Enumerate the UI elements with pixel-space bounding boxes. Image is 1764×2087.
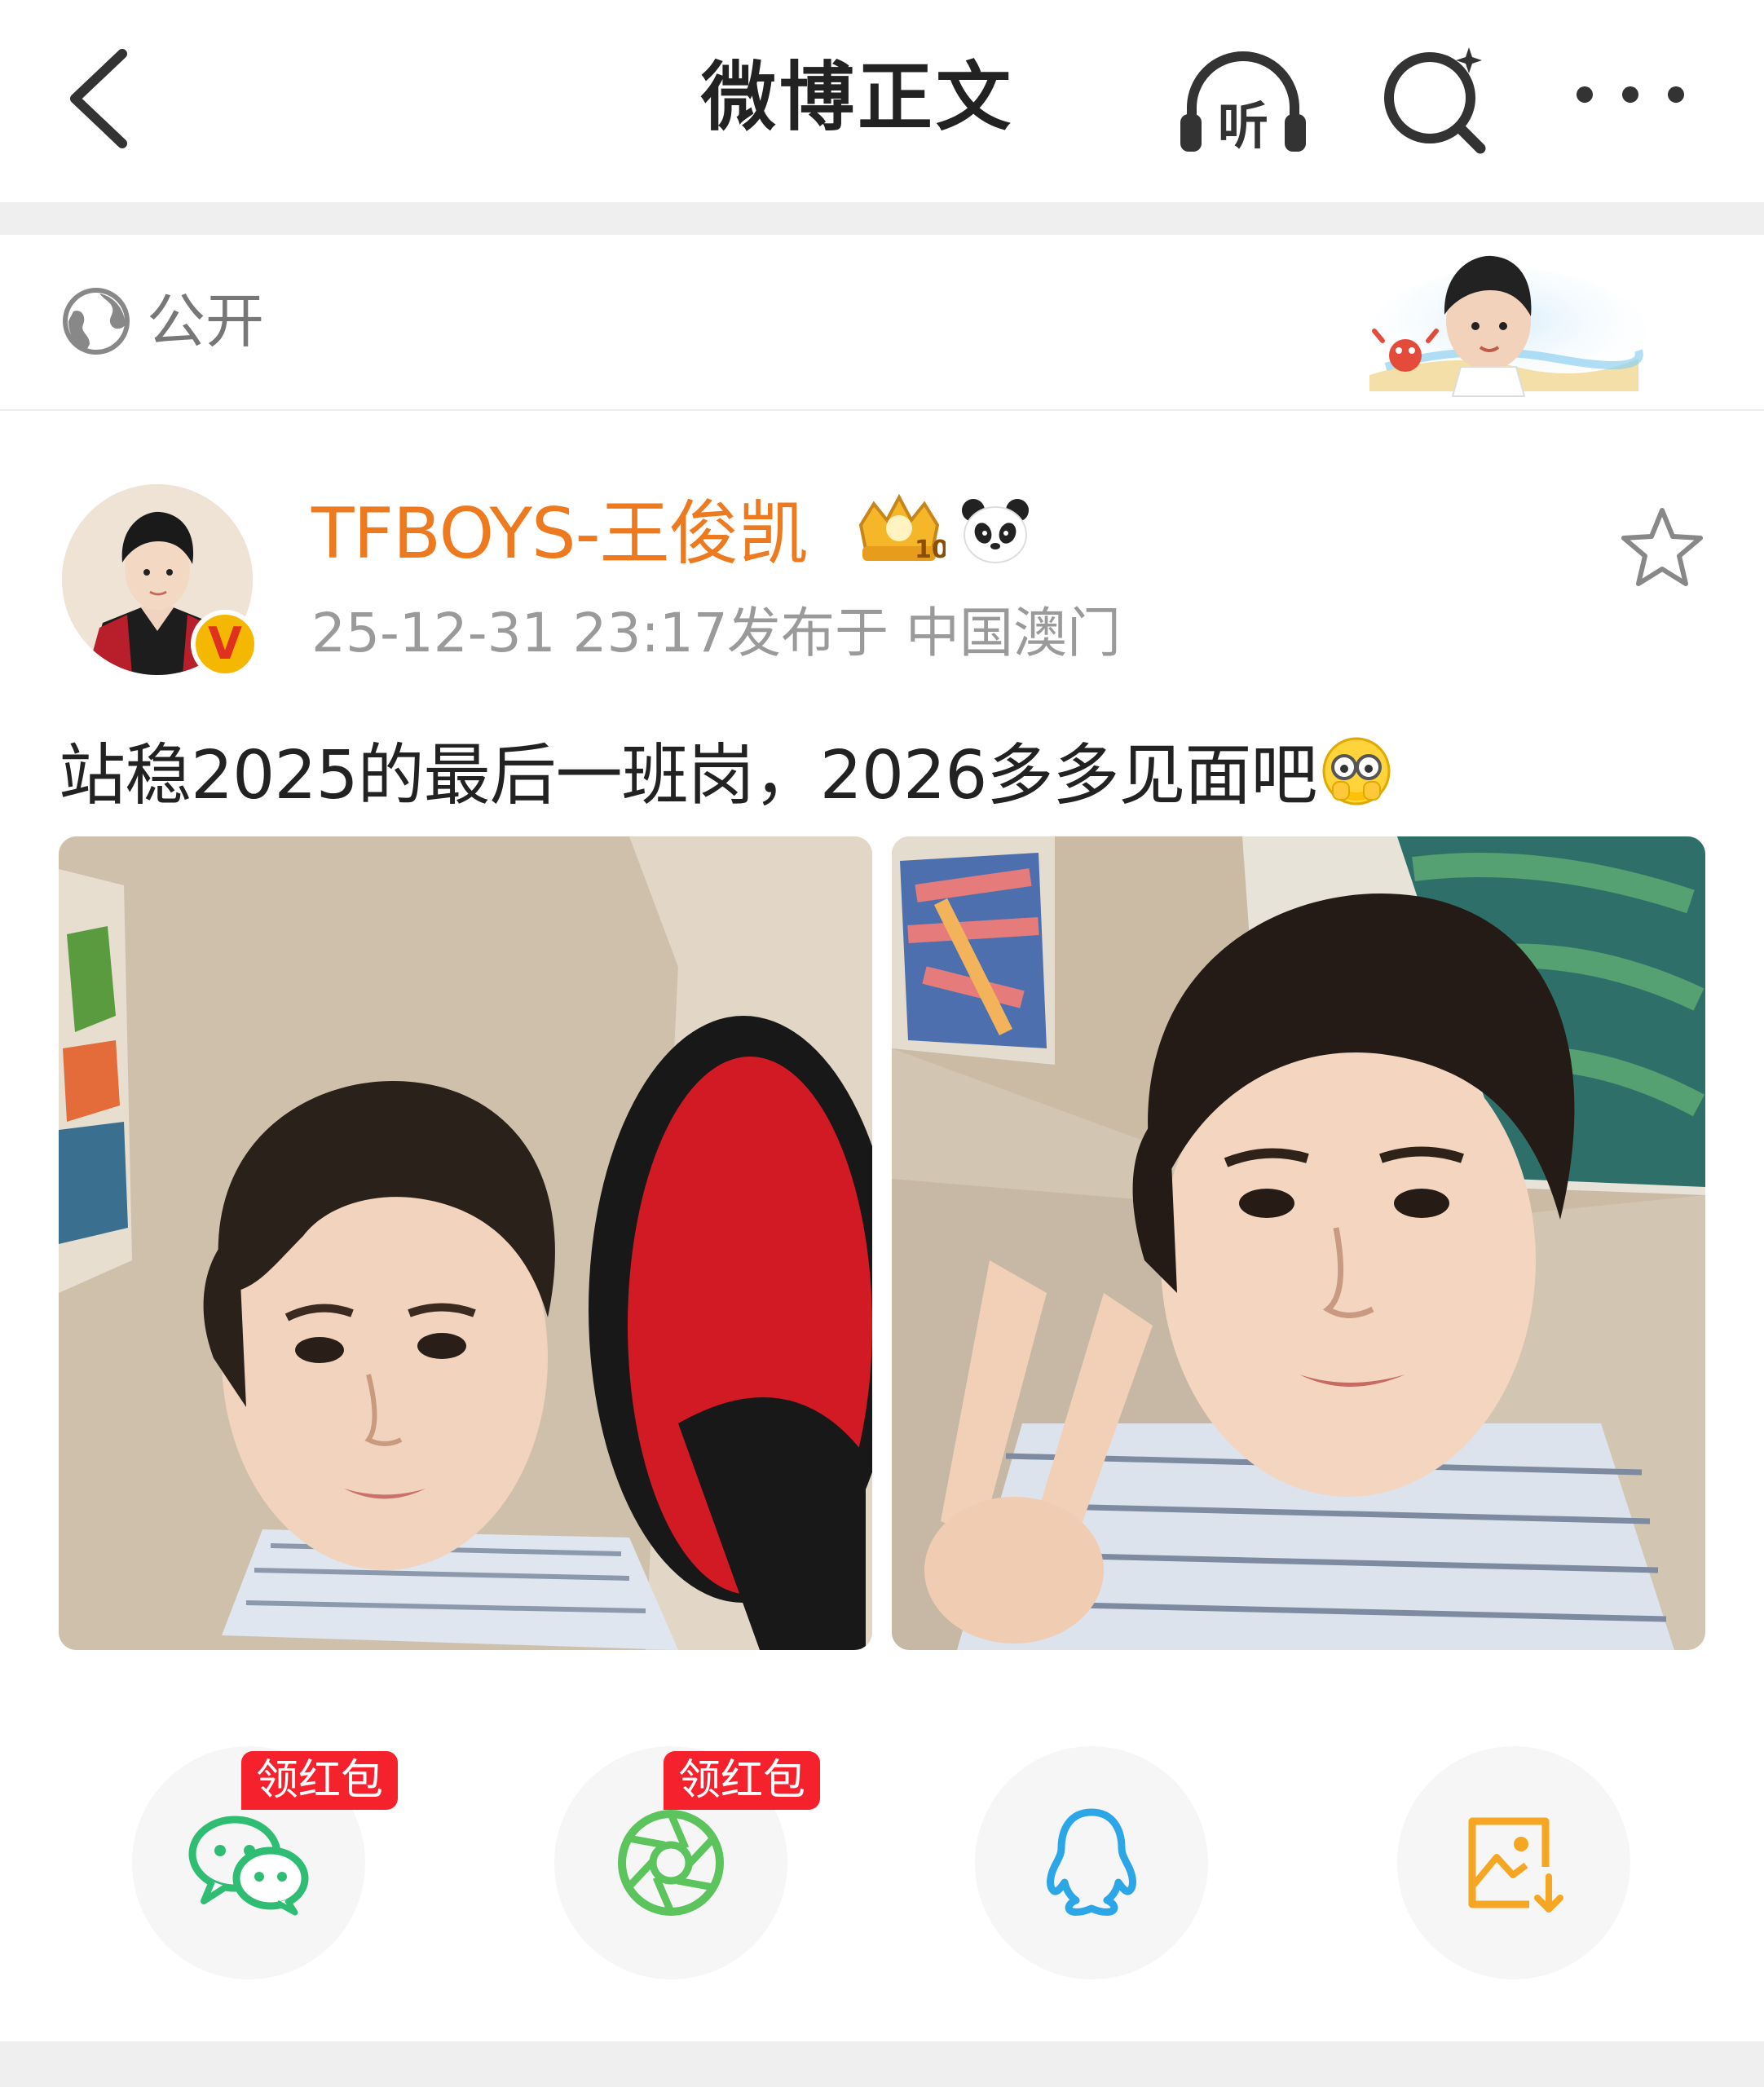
- visibility-label: 公开: [147, 287, 265, 355]
- search-icon: [1384, 47, 1486, 154]
- shy-face-emoji-icon: [1322, 737, 1391, 805]
- more-icon: [1577, 86, 1684, 103]
- listen-label: 听: [1218, 96, 1268, 156]
- save-image-icon: [1468, 1817, 1563, 1913]
- favorite-button[interactable]: [1617, 504, 1707, 593]
- crown-icon: 10: [858, 493, 946, 564]
- search-button[interactable]: [1378, 41, 1500, 155]
- decorative-card-banner: [1369, 255, 1647, 399]
- globe-icon: [63, 288, 130, 355]
- panda-icon: [962, 499, 1029, 563]
- moments-icon: [618, 1810, 724, 1916]
- chevron-left-icon: [70, 49, 127, 148]
- post-location: 发布于 中国澳门: [727, 602, 1121, 664]
- more-options-button[interactable]: [1573, 65, 1687, 122]
- post-timestamp: 25-12-31 23:17: [311, 602, 728, 664]
- share-qq-button[interactable]: [975, 1746, 1208, 1979]
- author-name[interactable]: TFBOYS-王俊凯: [311, 489, 809, 579]
- post-image-2[interactable]: [892, 836, 1705, 1650]
- post-content: 站稳2025的最后一班岗，2026多多见面吧: [59, 727, 1393, 825]
- post-image-1[interactable]: [59, 836, 872, 1650]
- back-button[interactable]: [59, 46, 140, 152]
- red-packet-tag-2: 领红包: [664, 1751, 821, 1810]
- visibility-row: 公开: [0, 235, 1764, 411]
- save-image-button[interactable]: [1397, 1746, 1630, 1979]
- top-navbar: 微博正文 听: [0, 0, 1764, 202]
- wechat-icon: [188, 1816, 309, 1916]
- qq-icon: [1047, 1808, 1136, 1916]
- verified-badge: V: [191, 610, 259, 678]
- crown-badge-text: 10: [915, 536, 946, 564]
- headphones-icon: 听: [1180, 51, 1306, 156]
- page-title: 微博正文: [701, 54, 1015, 141]
- star-icon: [1621, 508, 1703, 586]
- section-divider: [0, 202, 1764, 235]
- selfie-with-shoe-image: [59, 836, 872, 1650]
- post-text: 站稳2025的最后一班岗，2026多多见面吧: [59, 737, 1317, 814]
- verified-mark: V: [208, 618, 242, 669]
- red-packet-tag-1: 领红包: [241, 1751, 399, 1810]
- bottom-divider: [0, 2041, 1764, 2087]
- peace-sign-selfie-image: [892, 836, 1705, 1650]
- listen-button[interactable]: 听: [1174, 42, 1312, 157]
